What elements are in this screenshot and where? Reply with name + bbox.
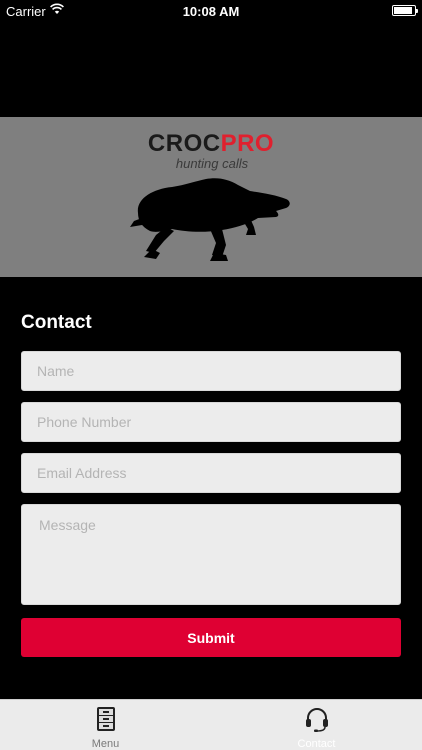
tab-menu[interactable]: Menu [0,700,211,750]
file-cabinet-icon [97,707,115,731]
message-field[interactable] [21,504,401,605]
status-bar: Carrier 10:08 AM [0,0,422,22]
logo-tagline: hunting calls [175,156,249,171]
tab-contact[interactable]: Contact [211,700,422,750]
submit-button[interactable]: Submit [21,618,401,657]
battery-icon [392,5,418,16]
name-field[interactable] [21,351,401,391]
tab-menu-label: Menu [91,738,120,750]
headset-icon [306,708,328,732]
app-logo: CROCPRO [0,130,422,158]
logo-text-croc: CROC [147,130,221,157]
tab-bar: Menu Contact [0,699,422,750]
tab-contact-label: Contact [297,738,336,750]
status-time: 10:08 AM [182,4,240,19]
email-field[interactable] [21,453,401,493]
phone-field[interactable] [21,402,401,442]
logo-text-pro: PRO [220,130,275,157]
contact-title: Contact [21,312,92,333]
crocodile-icon [130,178,290,261]
